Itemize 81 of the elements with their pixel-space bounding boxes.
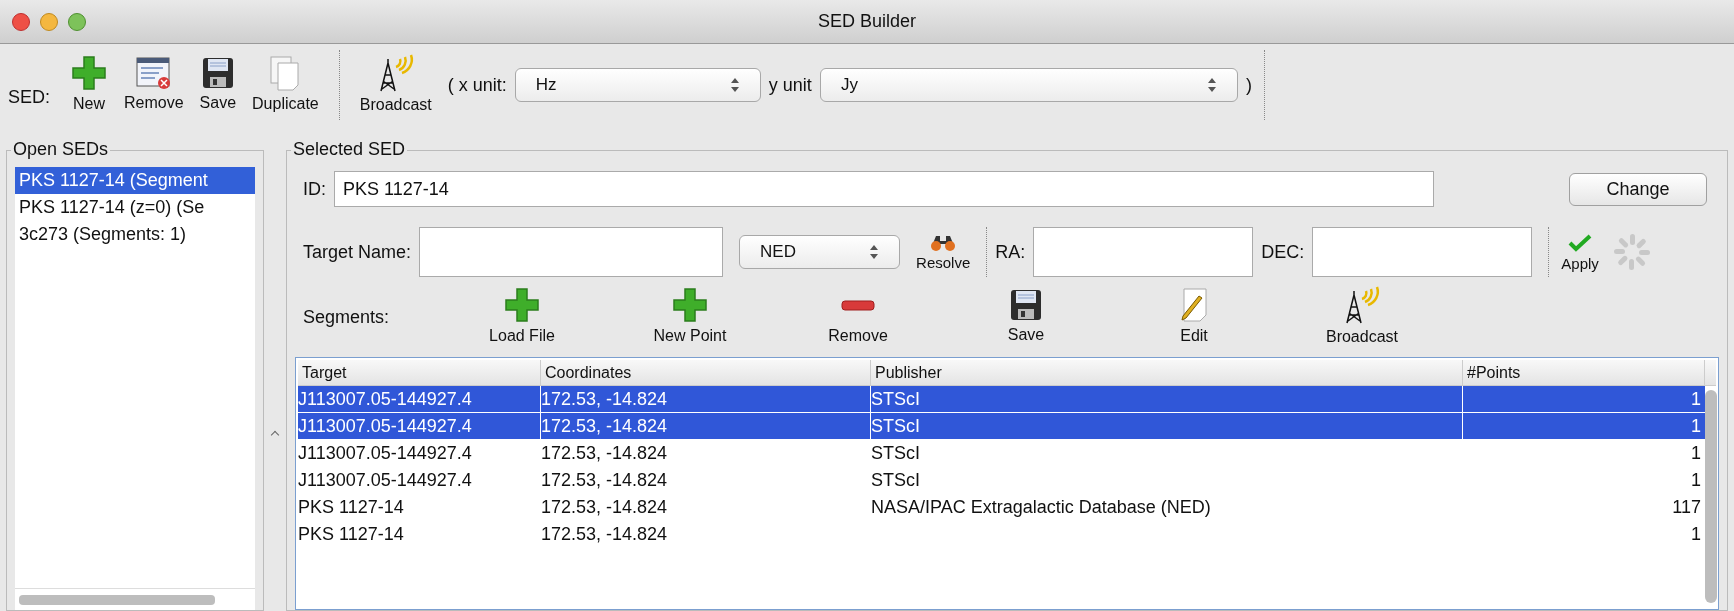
table-row[interactable]: PKS 1127-14 172.53, -14.824 1: [298, 521, 1705, 548]
toolbar-button[interactable]: New: [62, 54, 116, 116]
toolbar-button[interactable]: Save: [191, 55, 245, 115]
sed-list-item[interactable]: PKS 1127-14 (z=0) (Se: [15, 194, 255, 221]
table-cell-text: 1: [1690, 442, 1702, 465]
column-header[interactable]: Coordinates: [541, 360, 871, 385]
segment-button[interactable]: Remove: [774, 286, 942, 348]
dec-field[interactable]: [1312, 227, 1533, 277]
table-cell-text: 1: [1690, 415, 1702, 438]
resolver-select[interactable]: NED: [739, 235, 901, 269]
table-cell: STScI: [871, 416, 920, 436]
segments-label: Segments:: [303, 305, 391, 329]
sed-label: SED:: [8, 85, 50, 109]
table-cell-text: 1: [1690, 469, 1702, 492]
apply-button[interactable]: Apply: [1557, 232, 1603, 276]
resolve-button[interactable]: Resolve: [908, 233, 979, 275]
ra-label: RA:: [995, 240, 1026, 264]
id-field[interactable]: PKS 1127-14: [334, 171, 1434, 207]
table-row[interactable]: J113007.05-144927.4 172.53, -14.824 STScI 1: [298, 467, 1705, 494]
table-cell-text: 172.53, -14.824: [541, 442, 669, 465]
column-header[interactable]: #Points: [1463, 360, 1705, 385]
table-row[interactable]: J113007.05-144927.4 172.53, -14.824 STScI 1: [298, 413, 1705, 440]
sed-list-item[interactable]: 3c273 (Segments: 1): [15, 221, 255, 248]
toolbar-button[interactable]: Duplicate: [244, 54, 327, 116]
table-cell: J113007.05-144927.4: [298, 413, 541, 439]
segment-button[interactable]: Edit: [1110, 286, 1278, 348]
toolbar-button[interactable]: Remove: [116, 55, 192, 115]
segment-button[interactable]: New Point: [606, 286, 774, 348]
scrollbar[interactable]: [19, 594, 215, 605]
minimize-button[interactable]: [40, 13, 58, 31]
segment-button[interactable]: Save: [942, 287, 1110, 347]
close-button[interactable]: [12, 13, 30, 31]
table-cell: STScI: [871, 443, 920, 463]
stepper-icon: [1206, 77, 1217, 93]
table-cell-text: 1: [1690, 523, 1702, 546]
table-cell: STScI: [871, 389, 920, 409]
table-cell-text: 1: [1690, 388, 1702, 411]
closing-paren: ): [1245, 73, 1252, 97]
table-row[interactable]: J113007.05-144927.4 172.53, -14.824 STScI 1: [298, 440, 1705, 467]
table-row[interactable]: PKS 1127-14 172.53, -14.824 NASA/IPAC Extragalactic Database (NED) 117: [298, 494, 1705, 521]
minus-icon: [841, 299, 875, 311]
segment-button[interactable]: Load File: [438, 286, 606, 348]
zoom-button[interactable]: [68, 13, 86, 31]
segment-button[interactable]: Broadcast: [1278, 285, 1446, 349]
table-cell-text: J113007.05-144927.4: [298, 442, 473, 465]
window-title: SED Builder: [817, 10, 916, 33]
target-name-field[interactable]: [419, 227, 724, 277]
dec-label: DEC:: [1261, 240, 1305, 264]
sed-list-item[interactable]: PKS 1127-14 (Segment: [15, 167, 255, 194]
table-cell: 172.53, -14.824: [541, 386, 871, 412]
table-cell-text: PKS 1127-14: [298, 523, 405, 546]
stepper-icon: [729, 77, 740, 93]
x-unit-select[interactable]: Hz: [514, 68, 761, 102]
plus-icon: [671, 286, 709, 324]
column-header[interactable]: Publisher: [871, 360, 1463, 385]
id-label: ID:: [303, 177, 326, 201]
check-icon: [1567, 232, 1594, 253]
table-cell-text: 172.53, -14.824: [541, 469, 669, 492]
window-remove-icon: [134, 55, 173, 91]
plus-icon: [503, 286, 541, 324]
change-button[interactable]: Change: [1569, 172, 1707, 206]
table-cell: 172.53, -14.824: [541, 413, 871, 439]
column-header[interactable]: Target: [298, 360, 541, 385]
table-cell: NASA/IPAC Extragalactic Database (NED): [871, 497, 1211, 517]
y-unit-label: y unit: [768, 73, 812, 97]
stepper-icon: [869, 244, 880, 260]
table-cell-text: PKS 1127-14: [298, 496, 405, 519]
broadcast-button[interactable]: Broadcast: [351, 53, 440, 117]
table-cell-text: J113007.05-144927.4: [298, 469, 473, 492]
ra-field[interactable]: [1033, 227, 1254, 277]
y-unit-select[interactable]: Jy: [819, 68, 1238, 102]
x-unit-label: ( x unit:: [447, 73, 507, 97]
plus-icon: [70, 54, 108, 92]
table-cell: STScI: [871, 470, 920, 490]
target-name-label: Target Name:: [303, 240, 412, 264]
table-cell-text: 117: [1671, 496, 1702, 519]
table-cell: J113007.05-144927.4: [298, 386, 541, 412]
table-cell-text: 172.53, -14.824: [541, 523, 669, 546]
scrollbar[interactable]: [1705, 390, 1717, 603]
table-cell-text: 172.53, -14.824: [541, 496, 669, 519]
table-row[interactable]: J113007.05-144927.4 172.53, -14.824 STScI 1: [298, 386, 1705, 413]
